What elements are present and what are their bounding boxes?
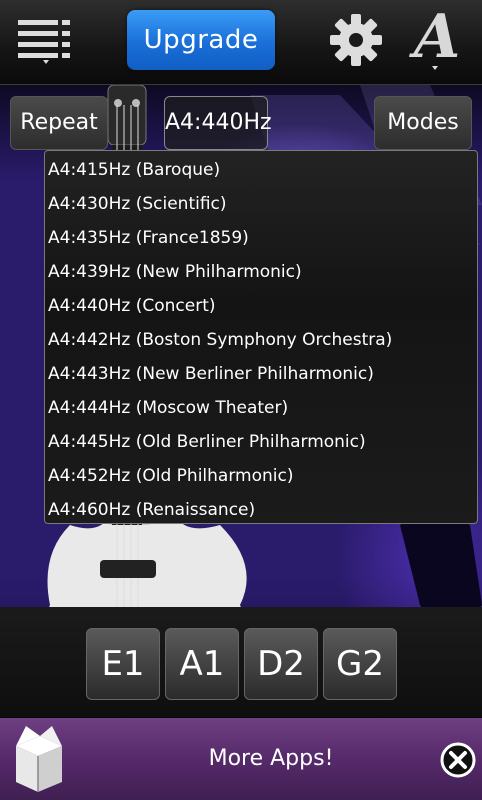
pitch-option[interactable]: A4:435Hz (France1859)	[45, 221, 477, 255]
string-button-d2[interactable]: D2	[244, 628, 318, 700]
pitch-option[interactable]: A4:444Hz (Moscow Theater)	[45, 391, 477, 425]
pitch-option[interactable]: A4:443Hz (New Berliner Philharmonic)	[45, 357, 477, 391]
pitch-option[interactable]: A4:460Hz (Renaissance)	[45, 493, 477, 527]
pitch-option[interactable]: A4:439Hz (New Philharmonic)	[45, 255, 477, 289]
menu-icon[interactable]	[18, 18, 74, 64]
tuner-panel	[0, 607, 482, 717]
string-button-a1[interactable]: A1	[165, 628, 239, 700]
repeat-button[interactable]: Repeat	[10, 96, 108, 150]
modes-button[interactable]: Modes	[374, 96, 472, 150]
close-icon[interactable]	[440, 742, 476, 778]
ad-banner[interactable]: More Apps!	[0, 718, 482, 800]
pitch-option[interactable]: A4:452Hz (Old Philharmonic)	[45, 459, 477, 493]
top-toolbar: Upgrade A	[0, 0, 482, 85]
pitch-option[interactable]: A4:440Hz (Concert)	[45, 289, 477, 323]
font-menu-arrow-icon	[432, 66, 438, 70]
gear-icon[interactable]	[328, 12, 384, 68]
string-button-e1[interactable]: E1	[86, 628, 160, 700]
string-button-g2[interactable]: G2	[323, 628, 397, 700]
upgrade-button[interactable]: Upgrade	[127, 10, 275, 70]
ad-text[interactable]: More Apps!	[0, 718, 482, 800]
pitch-select[interactable]: A4:440Hz	[164, 96, 272, 150]
pitch-dropdown: A4:415Hz (Baroque) A4:430Hz (Scientific)…	[44, 150, 478, 524]
pitch-option[interactable]: A4:442Hz (Boston Symphony Orchestra)	[45, 323, 477, 357]
font-icon[interactable]: A	[404, 2, 470, 72]
pitch-option[interactable]: A4:445Hz (Old Berliner Philharmonic)	[45, 425, 477, 459]
pitch-option[interactable]: A4:415Hz (Baroque)	[45, 153, 477, 187]
pitch-option[interactable]: A4:430Hz (Scientific)	[45, 187, 477, 221]
